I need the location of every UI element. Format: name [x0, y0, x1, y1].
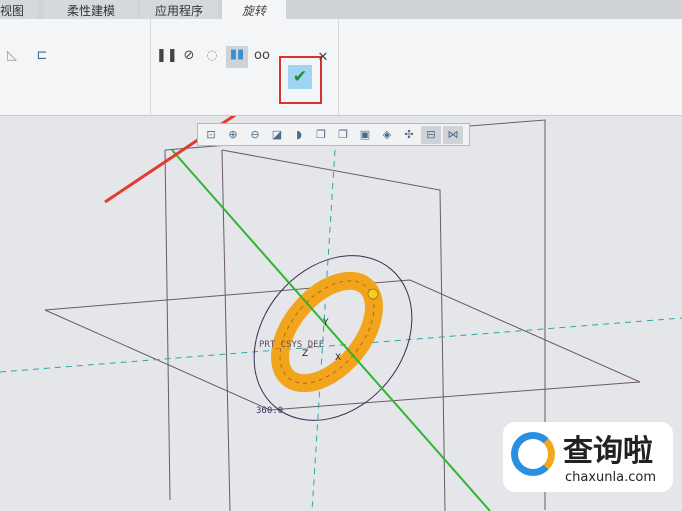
repaint-icon[interactable]: ◪ — [267, 126, 287, 144]
geometry-preview-icon[interactable]: ◌ — [203, 47, 221, 65]
display-style-icon[interactable]: ◗ — [289, 126, 309, 144]
watermark-logo-icon — [511, 432, 555, 476]
watermark: 查询啦 chaxunla.com — [503, 422, 673, 492]
ok-button[interactable]: ✔ — [288, 65, 312, 89]
ribbon: ◺ ⊏ ❚❚ ⊘ ◌ ▮▮ oo ✔ ✕ — [0, 19, 682, 116]
datum-display-icon[interactable]: ✣ — [399, 126, 419, 144]
saved-orientations-icon[interactable]: ▣ — [355, 126, 375, 144]
zoom-out-icon[interactable]: ⊖ — [245, 126, 265, 144]
view-manager-icon[interactable]: ❐ — [333, 126, 353, 144]
spin-center-icon[interactable]: ⋈ — [443, 125, 463, 144]
angle-label[interactable]: 360.0 — [256, 406, 283, 416]
sketch-circle — [253, 255, 413, 421]
plane-icon[interactable]: ◺ — [3, 47, 21, 65]
refit-icon[interactable]: ⊡ — [201, 126, 221, 144]
pause-icon[interactable]: ❚❚ — [156, 47, 178, 65]
revolved-torus — [271, 271, 383, 393]
watermark-url: chaxunla.com — [565, 470, 656, 485]
axis-z-label: Z — [302, 349, 308, 359]
sketch-icon[interactable]: ⊏ — [33, 47, 51, 65]
tab-applications[interactable]: 应用程序 — [140, 0, 218, 19]
tab-view[interactable]: 视图 — [0, 0, 38, 19]
tab-flexible-modeling[interactable]: 柔性建模 — [44, 0, 138, 19]
glasses-icon[interactable]: oo — [253, 47, 271, 65]
watermark-name: 查询啦 — [563, 434, 653, 469]
tab-revolve[interactable]: 旋转 — [222, 0, 286, 19]
zoom-in-icon[interactable]: ⊕ — [223, 126, 243, 144]
feature-preview-icon[interactable]: ▮▮ — [226, 46, 248, 68]
cancel-button[interactable]: ✕ — [314, 49, 332, 67]
named-views-icon[interactable]: ❒ — [311, 126, 331, 144]
datum-plane-right — [221, 149, 446, 511]
annotation-display-icon[interactable]: ⊟ — [421, 125, 441, 144]
perspective-icon[interactable]: ◈ — [377, 126, 397, 144]
csys-label: PRT_CSYS_DEF — [259, 340, 324, 350]
axis-y-label: Y — [322, 318, 329, 328]
ribbon-tabs: 视图 柔性建模 应用程序 旋转 — [0, 0, 682, 19]
view-toolbar: ⊡ ⊕ ⊖ ◪ ◗ ❒ ❐ ▣ ◈ ✣ ⊟ ⋈ — [197, 123, 470, 146]
no-preview-icon[interactable]: ⊘ — [180, 47, 198, 65]
axis-x-label: X — [335, 353, 341, 363]
